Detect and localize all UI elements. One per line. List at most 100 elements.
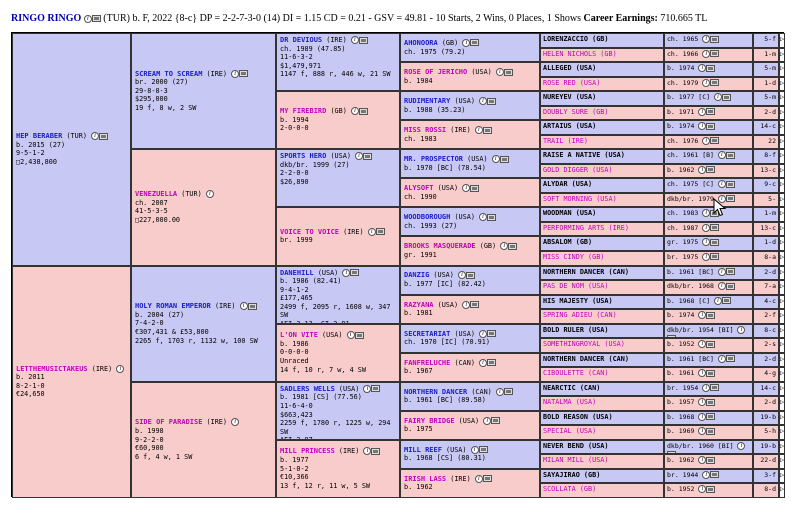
horse-name-link[interactable]: DANEHILL (280, 269, 314, 277)
horse-name-link[interactable]: SCOLLATA (GB) (543, 485, 596, 493)
horse-name-link[interactable]: DR DEVIOUS (280, 36, 322, 44)
photo-icon[interactable] (99, 132, 109, 140)
horse-name-link[interactable]: AHONOORA (404, 39, 438, 47)
horse-name-link[interactable]: RAZYANA (404, 301, 434, 309)
expand-arrow-button[interactable]: ▷ (779, 163, 785, 179)
photo-icon[interactable] (350, 269, 360, 276)
expand-arrow-button[interactable]: ▷ (779, 250, 785, 266)
expand-arrow-button[interactable]: ▷ (779, 91, 785, 106)
info-icon[interactable]: i (116, 364, 125, 373)
expand-arrow-button[interactable]: ▷ (779, 207, 785, 222)
horse-name-link[interactable]: NATALMA (USA) (543, 398, 596, 406)
photo-icon[interactable] (706, 122, 716, 130)
expand-arrow-button[interactable]: ▷ (779, 468, 785, 484)
horse-name-link[interactable]: MR. PROSPECTOR (404, 155, 463, 163)
photo-icon[interactable] (710, 471, 720, 479)
info-icon[interactable]: i (91, 132, 100, 141)
photo-icon[interactable] (710, 224, 720, 232)
horse-name-link[interactable]: SADLERS WELLS (280, 385, 335, 393)
photo-icon[interactable] (706, 398, 716, 406)
info-icon[interactable]: i (702, 35, 711, 43)
horse-name-link[interactable]: SECRETARIAT (404, 330, 450, 338)
photo-icon[interactable] (465, 271, 475, 279)
horse-name-link[interactable]: RAISE A NATIVE (USA) (543, 151, 625, 159)
info-icon[interactable]: i (495, 387, 504, 396)
photo-icon[interactable] (491, 417, 501, 425)
photo-icon[interactable] (706, 456, 716, 464)
horse-name-link[interactable]: TRAIL (IRE) (543, 137, 588, 145)
horse-name-link[interactable]: WOODMAN (USA) (543, 209, 596, 217)
info-icon[interactable]: i (698, 412, 707, 421)
photo-icon[interactable] (706, 413, 716, 421)
photo-icon[interactable] (358, 36, 368, 44)
photo-icon[interactable] (487, 330, 497, 338)
info-icon[interactable]: i (231, 418, 240, 427)
horse-name-link[interactable]: HEP BERABER (16, 132, 62, 140)
horse-name-link[interactable]: HELEN NICHOLS (GB) (543, 50, 617, 58)
photo-icon[interactable] (706, 427, 716, 435)
info-icon[interactable]: i (474, 474, 483, 483)
expand-arrow-button[interactable]: ▷ (779, 105, 785, 121)
photo-icon[interactable] (247, 302, 257, 310)
photo-icon[interactable] (721, 93, 731, 101)
info-icon[interactable]: i (698, 369, 707, 378)
photo-icon[interactable] (706, 369, 716, 377)
photo-icon[interactable] (91, 15, 101, 23)
info-icon[interactable]: i (717, 282, 726, 291)
info-icon[interactable]: i (698, 456, 707, 465)
photo-icon[interactable] (239, 70, 249, 78)
expand-arrow-button[interactable]: ▷ (779, 236, 785, 251)
horse-name-link[interactable]: PERFORMING ARTS (IRE) (543, 224, 629, 232)
photo-icon[interactable] (706, 311, 716, 319)
info-icon[interactable]: i (363, 447, 372, 456)
expand-arrow-button[interactable]: ▷ (779, 439, 785, 455)
horse-name-link[interactable]: ABSALOM (GB) (543, 238, 592, 246)
info-icon[interactable]: i (479, 358, 488, 367)
expand-arrow-button[interactable]: ▷ (779, 76, 785, 92)
info-icon[interactable]: i (231, 69, 240, 78)
expand-arrow-button[interactable]: ▷ (779, 410, 785, 426)
info-icon[interactable]: i (495, 68, 504, 76)
horse-name-link[interactable]: LETTHEMUSICTAKEUS (16, 365, 88, 373)
expand-arrow-button[interactable]: ▷ (779, 323, 785, 339)
expand-arrow-button[interactable]: ▷ (779, 309, 785, 324)
expand-arrow-button[interactable]: ▷ (779, 352, 785, 368)
horse-name-link[interactable]: ARTAIUS (USA) (543, 122, 596, 130)
horse-name-link[interactable]: BROOKS MASQUERADE (404, 242, 476, 250)
photo-icon[interactable] (508, 242, 518, 250)
info-icon[interactable]: i (462, 38, 471, 47)
photo-icon[interactable] (706, 166, 716, 174)
info-icon[interactable]: i (474, 126, 483, 135)
horse-name-link[interactable]: MILL REEF (404, 446, 442, 454)
info-icon[interactable]: i (713, 296, 722, 305)
info-icon[interactable]: i (367, 227, 376, 236)
horse-name-link[interactable]: WOODBOROUGH (404, 213, 450, 221)
expand-arrow-button[interactable]: ▷ (779, 149, 785, 164)
expand-arrow-button[interactable]: ▷ (779, 396, 785, 411)
horse-name-link[interactable]: L'ON VITE (280, 331, 318, 339)
photo-icon[interactable] (725, 151, 735, 159)
info-icon[interactable]: i (698, 64, 707, 73)
info-icon[interactable]: i (702, 238, 711, 247)
horse-name-link[interactable]: SIDE OF PARADISE (135, 418, 202, 426)
photo-icon[interactable] (710, 253, 720, 261)
horse-name-link[interactable]: MY FIREBIRD (280, 107, 326, 115)
photo-icon[interactable] (725, 268, 735, 275)
info-icon[interactable]: i (698, 485, 707, 494)
info-icon[interactable]: i (702, 209, 711, 218)
info-icon[interactable]: i (363, 384, 372, 393)
horse-name-link[interactable]: MISS CINDY (GB) (543, 253, 604, 261)
photo-icon[interactable] (710, 50, 720, 58)
photo-icon[interactable] (487, 213, 497, 221)
horse-name-link[interactable]: BOLD RULER (USA) (543, 326, 608, 334)
horse-name-link[interactable]: MILAN MILL (USA) (543, 456, 608, 464)
horse-name-link[interactable]: CIBOULETTE (CAN) (543, 369, 608, 377)
info-icon[interactable]: i (462, 184, 471, 193)
horse-name-link[interactable]: NORTHERN DANCER (CAN) (543, 268, 629, 276)
info-icon[interactable]: i (239, 302, 248, 311)
expand-arrow-button[interactable]: ▷ (779, 62, 785, 77)
photo-icon[interactable] (487, 359, 497, 367)
info-icon[interactable]: i (479, 213, 488, 222)
info-icon[interactable]: i (737, 325, 746, 334)
horse-name-link[interactable]: SCREAM TO SCREAM (135, 70, 202, 78)
